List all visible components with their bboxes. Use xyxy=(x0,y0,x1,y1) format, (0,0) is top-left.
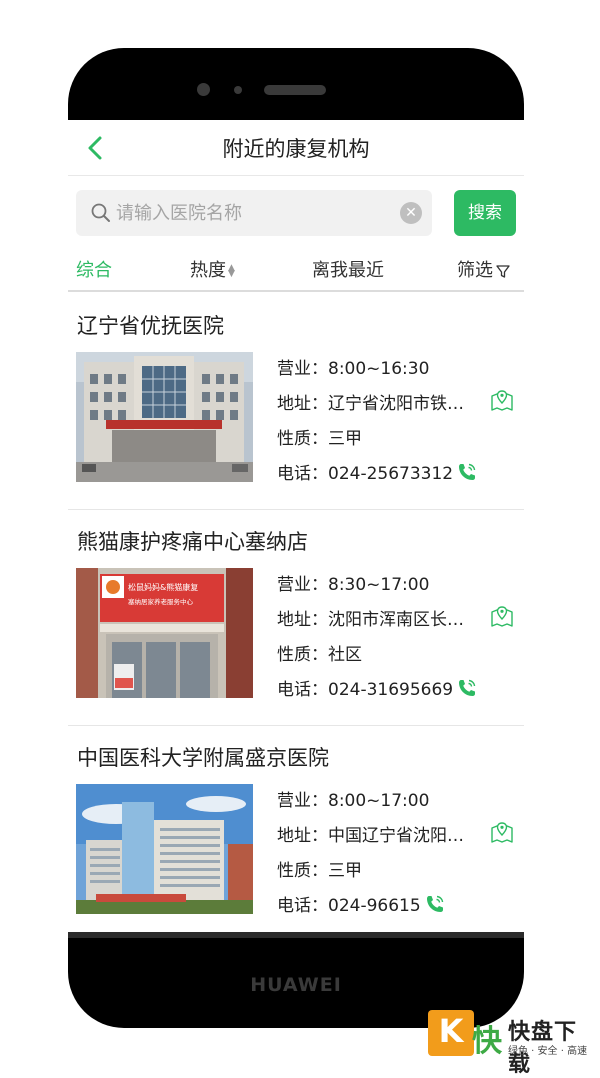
watermark-slogan: 绿色 · 安全 · 高速 xyxy=(508,1046,588,1057)
tab-filter[interactable]: 筛选 xyxy=(457,256,511,282)
address-label: 地址： xyxy=(277,394,328,414)
phone-row[interactable]: 电话：024-25673312 xyxy=(277,459,521,494)
search-bar: ✕ 搜索 xyxy=(76,190,516,236)
tab-nearest[interactable]: 离我最近 xyxy=(312,256,384,282)
address-row: 地址：中国辽宁省沈阳市和平区 xyxy=(277,821,521,856)
watermark-kuai-glyph: 快 xyxy=(472,1024,502,1059)
watermark-logo: K 快 快盘下载 绿色 · 安全 · 高速 xyxy=(428,1010,598,1077)
phone-call-icon[interactable] xyxy=(425,894,445,914)
hours-row: 营业：8:00~17:00 xyxy=(277,786,521,821)
type-row: 性质：三甲 xyxy=(277,856,521,891)
search-field[interactable]: ✕ xyxy=(76,190,432,236)
phone-call-icon[interactable] xyxy=(457,462,477,482)
watermark-k-icon: K xyxy=(428,1010,474,1056)
address-label: 地址： xyxy=(277,610,328,630)
address-row: 地址：辽宁省沈阳市铁西区 xyxy=(277,389,521,424)
hours-value: 8:00~16:30 xyxy=(328,359,430,379)
hours-label: 营业： xyxy=(277,791,328,811)
tab-label: 热度 xyxy=(190,260,226,281)
sign-text: 松鼠妈妈&熊猫康复 xyxy=(128,582,198,592)
address-row: 地址：沈阳市浑南区长青街 xyxy=(277,605,521,640)
filter-funnel-icon xyxy=(496,265,510,278)
tab-label: 离我最近 xyxy=(312,260,384,281)
institution-list: 辽宁省优抚医院 营业：8:00~16:30 地址：辽宁省沈阳市铁西区 性质：三甲… xyxy=(68,294,524,932)
hours-value: 8:30~17:00 xyxy=(328,575,430,595)
address-value: 辽宁省沈阳市铁西区 xyxy=(328,394,476,414)
phone-value[interactable]: 024-31695669 xyxy=(328,680,453,700)
list-item[interactable]: 熊猫康护疼痛中心塞纳店 松鼠妈妈&熊猫康复 塞纳居家养老服务中心 营业：8:30… xyxy=(68,510,524,726)
address-value: 沈阳市浑南区长青街 xyxy=(328,610,476,630)
phone-frame-top xyxy=(68,48,524,120)
search-icon xyxy=(91,203,110,222)
sort-bar: 综合 热度 ▲ ▼ 离我最近 筛选 xyxy=(68,248,524,292)
hours-label: 营业： xyxy=(277,359,328,379)
type-label: 性质： xyxy=(277,645,328,665)
hours-row: 营业：8:30~17:00 xyxy=(277,570,521,605)
type-label: 性质： xyxy=(277,861,328,881)
type-value: 三甲 xyxy=(328,861,362,881)
proximity-sensor xyxy=(234,86,242,94)
tab-comprehensive[interactable]: 综合 xyxy=(76,256,112,282)
search-button[interactable]: 搜索 xyxy=(454,190,516,236)
type-row: 性质：三甲 xyxy=(277,424,521,459)
address-value: 中国辽宁省沈阳市和平区 xyxy=(328,826,476,846)
institution-name: 中国医科大学附属盛京医院 xyxy=(77,746,329,770)
tab-label: 筛选 xyxy=(457,260,493,281)
hospital-photo xyxy=(76,352,253,482)
institution-info: 营业：8:00~16:30 地址：辽宁省沈阳市铁西区 性质：三甲 电话：024-… xyxy=(277,354,521,494)
institution-name: 熊猫康护疼痛中心塞纳店 xyxy=(77,530,308,554)
institution-name: 辽宁省优抚医院 xyxy=(77,314,224,338)
phone-label: 电话： xyxy=(277,680,328,700)
map-pin-icon[interactable] xyxy=(489,387,515,413)
type-row: 性质：社区 xyxy=(277,640,521,675)
sign-subtext: 塞纳居家养老服务中心 xyxy=(128,597,194,606)
type-label: 性质： xyxy=(277,429,328,449)
type-value: 三甲 xyxy=(328,429,362,449)
hours-label: 营业： xyxy=(277,575,328,595)
phone-row[interactable]: 电话：024-31695669 xyxy=(277,675,521,710)
front-camera xyxy=(197,83,210,96)
nav-header: 附近的康复机构 xyxy=(68,120,524,176)
page-title: 附近的康复机构 xyxy=(222,137,370,161)
type-value: 社区 xyxy=(328,645,362,665)
phone-label: 电话： xyxy=(277,896,328,916)
app-screen: 附近的康复机构 ✕ 搜索 综合 热度▲▼ 离我最近 筛选 辽宁省优抚医院 xyxy=(68,120,524,932)
list-item[interactable]: 中国医科大学附属盛京医院 营业：8:00~17:00 地址：中国辽宁省沈阳市 性… xyxy=(68,726,524,932)
phone-value[interactable]: 024-25673312 xyxy=(328,464,453,484)
address-label: 地址： xyxy=(277,826,328,846)
earpiece-speaker xyxy=(264,85,326,95)
search-input[interactable] xyxy=(116,190,396,236)
phone-row[interactable]: 电话：024-96615 xyxy=(277,891,521,926)
hours-row: 营业：8:00~16:30 xyxy=(277,354,521,389)
phone-call-icon[interactable] xyxy=(457,678,477,698)
phone-value[interactable]: 024-96615 xyxy=(328,896,421,916)
hospital-photo xyxy=(76,784,253,914)
institution-info: 营业：8:30~17:00 地址：沈阳市浑南区长青街 性质：社区 电话：024-… xyxy=(277,570,521,710)
sort-arrows-icon: ▲ ▼ xyxy=(228,263,235,279)
device-brand-logo: HUAWEI xyxy=(250,974,342,996)
clinic-photo: 松鼠妈妈&熊猫康复 塞纳居家养老服务中心 xyxy=(76,568,253,698)
tab-label: 综合 xyxy=(76,260,112,281)
list-item[interactable]: 辽宁省优抚医院 营业：8:00~16:30 地址：辽宁省沈阳市铁西区 性质：三甲… xyxy=(68,294,524,510)
hours-value: 8:00~17:00 xyxy=(328,791,430,811)
map-pin-icon[interactable] xyxy=(489,603,515,629)
phone-label: 电话： xyxy=(277,464,328,484)
map-pin-icon[interactable] xyxy=(489,819,515,845)
clear-icon[interactable]: ✕ xyxy=(400,202,422,224)
institution-info: 营业：8:00~17:00 地址：中国辽宁省沈阳市和平区 性质：三甲 电话：02… xyxy=(277,786,521,926)
tab-popularity[interactable]: 热度 ▲ ▼ xyxy=(190,256,235,282)
